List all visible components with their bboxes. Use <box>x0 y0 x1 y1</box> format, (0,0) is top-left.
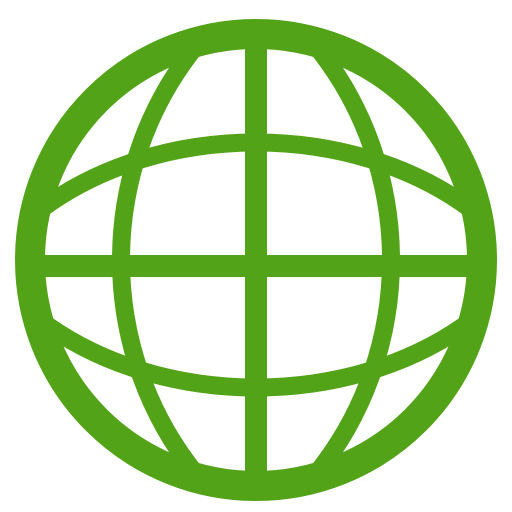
globe-icon <box>15 19 497 501</box>
icon-canvas <box>0 0 512 512</box>
